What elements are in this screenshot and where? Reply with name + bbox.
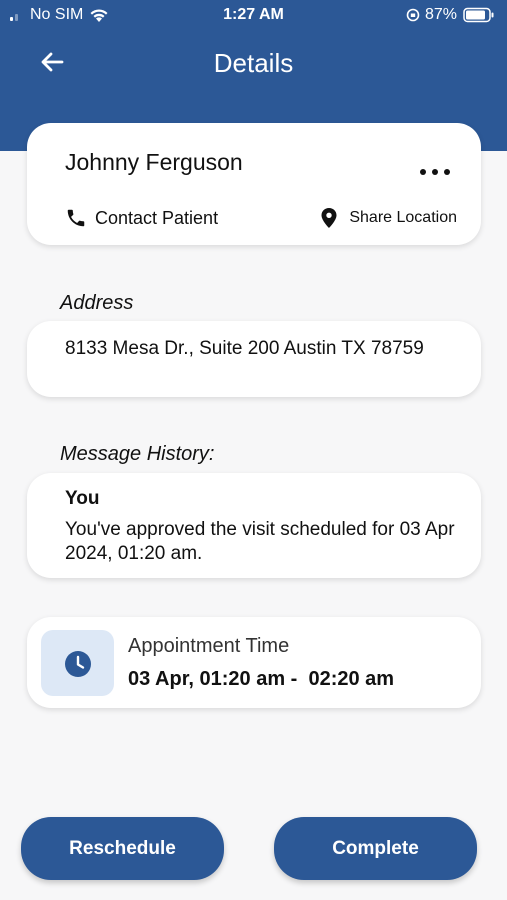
appointment-card: Appointment Time 03 Apr, 01:20 am - 02:2… bbox=[27, 617, 481, 708]
appointment-time: 03 Apr, 01:20 am - 02:20 am bbox=[128, 668, 395, 690]
patient-name: Johnny Ferguson bbox=[65, 149, 243, 175]
battery-percent: 87% bbox=[424, 6, 457, 23]
clock-icon bbox=[65, 651, 91, 677]
status-bar: No SIM 1:27 AM 87% bbox=[0, 0, 507, 30]
reschedule-button[interactable]: Reschedule bbox=[21, 817, 224, 880]
phone-icon bbox=[67, 209, 85, 227]
clock-badge bbox=[41, 630, 114, 696]
location-pin-icon bbox=[321, 208, 337, 228]
appointment-title: Appointment Time bbox=[128, 635, 290, 657]
more-options-icon[interactable] bbox=[419, 167, 451, 177]
battery-icon bbox=[463, 7, 494, 23]
address-card: 8133 Mesa Dr., Suite 200 Austin TX 78759 bbox=[27, 321, 481, 397]
share-location-label: Share Location bbox=[349, 209, 457, 226]
patient-card: Johnny Ferguson Contact Patient Share Lo… bbox=[27, 123, 481, 245]
address-text: 8133 Mesa Dr., Suite 200 Austin TX 78759 bbox=[65, 338, 424, 359]
address-label: Address bbox=[60, 292, 134, 314]
share-location-button[interactable]: Share Location bbox=[319, 207, 457, 229]
nav-bar: Details bbox=[0, 40, 507, 84]
contact-patient-button[interactable]: Contact Patient bbox=[65, 207, 218, 229]
message-text: You've approved the visit scheduled for … bbox=[65, 519, 455, 564]
message-author: You bbox=[65, 488, 100, 509]
orientation-lock-icon bbox=[406, 8, 420, 22]
page-title: Details bbox=[213, 48, 294, 78]
message-history-label: Message History: bbox=[60, 443, 215, 465]
status-right: 87% bbox=[406, 6, 495, 24]
contact-patient-label: Contact Patient bbox=[95, 207, 219, 228]
message-card: You You've approved the visit scheduled … bbox=[27, 473, 481, 578]
complete-button[interactable]: Complete bbox=[274, 817, 477, 880]
